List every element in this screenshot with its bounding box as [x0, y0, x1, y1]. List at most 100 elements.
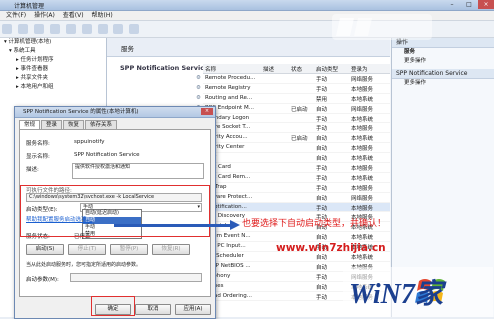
- service-startup-cell: 手动: [316, 205, 328, 212]
- table-row[interactable]: ⚙RPC Endpoint M...已启动自动网络服务: [196, 104, 390, 114]
- play-icon[interactable]: [113, 24, 124, 34]
- tree-item-system-tools[interactable]: ▾ 系统工具: [0, 47, 106, 56]
- service-logon-cell: 本地系统: [351, 116, 374, 123]
- back-icon[interactable]: [2, 24, 12, 34]
- tree-item-event-viewer[interactable]: ▸ 事件查看器: [0, 65, 106, 74]
- service-status-cell: 已启动: [291, 136, 308, 143]
- description-value: 提供软件授权激活和通知: [75, 164, 131, 170]
- maximize-button[interactable]: □: [461, 0, 477, 9]
- service-logon-cell: 本地系统: [351, 136, 374, 143]
- service-startup-cell: 手动: [316, 185, 328, 192]
- tree-item-local-users[interactable]: ▸ 本地用户和组: [0, 83, 106, 92]
- service-startup-cell: 手动: [316, 294, 328, 301]
- pause-button[interactable]: 暂停(P): [110, 244, 148, 255]
- forward-icon[interactable]: [17, 24, 28, 34]
- close-button[interactable]: ×: [478, 0, 494, 9]
- dialog-title: SPP Notification Service 的属性(本地计算机): [15, 107, 215, 118]
- table-row[interactable]: ⚙econdary Logon手动本地系统: [196, 114, 390, 124]
- column-header[interactable]: 登录为: [351, 65, 368, 73]
- refresh-icon[interactable]: [65, 24, 76, 34]
- help-icon[interactable]: [97, 24, 108, 34]
- service-startup-cell: 自动: [316, 235, 328, 242]
- up-icon[interactable]: [33, 24, 44, 34]
- site-url: www.win7zhijia.cn: [276, 242, 386, 254]
- cancel-button[interactable]: 取消: [135, 304, 171, 315]
- table-row[interactable]: ⚙MP Trap手动本地服务: [196, 183, 390, 193]
- service-logon-cell: 网络服务: [351, 106, 374, 113]
- tree-item-shared-folders[interactable]: ▸ 共享文件夹: [0, 74, 106, 83]
- tab-recovery[interactable]: 恢复: [63, 120, 85, 129]
- table-row[interactable]: ⚙ Remote Procedu... 手动 网络服务: [196, 74, 390, 84]
- action-item[interactable]: 服务: [392, 48, 494, 57]
- column-header[interactable]: 名称: [205, 65, 216, 73]
- service-name-cell: Remote Registry: [205, 84, 251, 91]
- title-bar: 计算机管理 – □ ×: [0, 0, 494, 11]
- display-name-value: SPP Notification Service: [74, 152, 140, 158]
- table-row[interactable]: ⚙ Routing and Re... 禁用 本地系统: [196, 94, 390, 104]
- service-logon-cell: 本地服务: [351, 126, 374, 133]
- service-logon-cell: 网络服务: [351, 77, 374, 83]
- service-startup-cell: 手动: [316, 166, 328, 173]
- services-header-label: 服务: [121, 45, 134, 53]
- table-row[interactable]: ⚙P Notification...手动本地服务: [196, 202, 390, 213]
- win7-logo-text: WiN7家: [349, 278, 447, 310]
- description-box: 提供软件授权激活和通知: [72, 163, 204, 179]
- service-gear-icon: ⚙: [196, 84, 201, 91]
- action-item[interactable]: 更多操作: [392, 57, 494, 66]
- service-gear-icon: ⚙: [196, 94, 201, 101]
- resume-button[interactable]: 恢复(R): [152, 244, 190, 255]
- service-logon-cell: 本地系统: [351, 156, 374, 163]
- table-row[interactable]: ⚙ Remote Registry 手动 本地服务: [196, 84, 390, 94]
- tab-general[interactable]: 常规: [19, 120, 41, 129]
- menu-item[interactable]: 操作(A): [34, 12, 55, 19]
- tree-item-task-scheduler[interactable]: ▸ 任务计划程序: [0, 56, 106, 65]
- menu-item[interactable]: 查看(V): [63, 12, 84, 19]
- service-logon-cell: 本地服务: [351, 166, 374, 173]
- service-status-cell: 已启动: [291, 106, 308, 113]
- service-startup-cell: 手动: [316, 274, 328, 281]
- service-startup-cell: 自动: [316, 195, 328, 202]
- column-header[interactable]: 启动类型: [316, 65, 338, 73]
- service-name-cell: Routing and Re...: [205, 94, 253, 101]
- window-title: 计算机管理: [14, 3, 45, 10]
- table-row[interactable]: ⚙ecurity Center自动本地服务: [196, 143, 390, 154]
- service-startup-cell: 自动: [316, 156, 328, 163]
- table-row[interactable]: ⚙ystem Event N...自动本地系统: [196, 232, 390, 243]
- column-header[interactable]: 描述: [263, 65, 274, 73]
- table-row[interactable]: ⚙rver自动本地系统: [196, 153, 390, 164]
- action-item[interactable]: 更多操作: [392, 79, 494, 88]
- service-startup-cell: 自动: [316, 284, 328, 291]
- service-startup-cell: 手动: [316, 86, 328, 93]
- table-row[interactable]: ⚙ecure Socket T...手动本地服务: [196, 123, 390, 134]
- tab-logon[interactable]: 登录: [41, 120, 63, 129]
- service-startup-cell: 自动: [316, 146, 328, 153]
- table-row[interactable]: ⚙nart Card Rem...手动本地系统: [196, 173, 390, 183]
- annotation-text: 也要选择下自动启动类型，并确认！: [242, 219, 387, 229]
- start-button[interactable]: 启动(S): [26, 244, 64, 255]
- menu-item[interactable]: 文件(F): [6, 12, 26, 19]
- menu-item[interactable]: 帮助(H): [92, 12, 113, 19]
- service-logon-cell: 网络服务: [351, 195, 374, 202]
- stop-button[interactable]: 停止(T): [68, 244, 106, 255]
- service-logon-cell: 本地服务: [351, 86, 374, 93]
- annotation-arrow-line: [114, 224, 234, 227]
- service-logon-cell: 本地服务: [351, 205, 374, 212]
- table-row[interactable]: ⚙nart Card手动本地服务: [196, 163, 390, 173]
- tree-item-root[interactable]: ▾ 计算机管理(本地): [0, 38, 106, 47]
- start-params-input[interactable]: [70, 273, 202, 282]
- column-header[interactable]: 状态: [291, 65, 302, 73]
- table-row[interactable]: ⚙ecurity Accou...已启动自动本地系统: [196, 133, 390, 144]
- show-tree-icon[interactable]: [49, 24, 60, 34]
- minimize-button[interactable]: –: [444, 0, 460, 9]
- export-icon[interactable]: [81, 24, 92, 34]
- service-logon-cell: 本地服务: [351, 185, 374, 192]
- dialog-close-button[interactable]: ×: [201, 108, 213, 115]
- table-row[interactable]: ⚙oftware Protect...自动网络服务: [196, 193, 390, 203]
- tab-dependencies[interactable]: 依存关系: [85, 120, 118, 129]
- display-name-label: 显示名称:: [26, 154, 50, 160]
- apply-button[interactable]: 应用(A): [175, 304, 211, 315]
- service-logon-cell: 本地系统: [351, 235, 374, 242]
- service-name-value: sppuinotify: [74, 139, 105, 145]
- stop-icon[interactable]: [129, 24, 140, 34]
- computer-management-window: 计算机管理 – □ × 文件(F) 操作(A) 查看(V) 帮助(H) ▾ 计算…: [0, 0, 494, 319]
